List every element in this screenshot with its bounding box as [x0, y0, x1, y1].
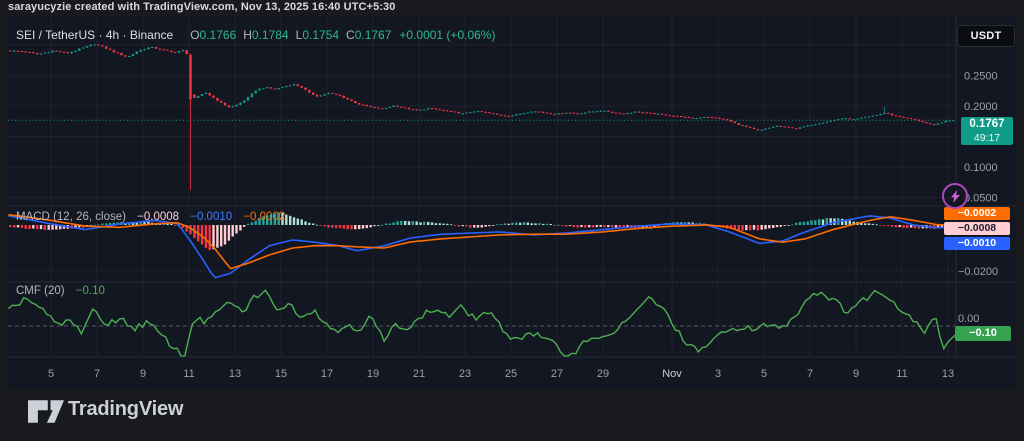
chart-canvas: 0.25000.20000.15000.10000.0500−0.02000.0…: [8, 16, 1016, 389]
macd-signal-value: −0.0002: [243, 211, 285, 223]
high-value: 0.1784: [252, 28, 289, 42]
time-axis-label: 27: [551, 368, 563, 380]
macd-axis-label: −0.0200: [958, 266, 998, 278]
price-axis-label: 0.0500: [964, 193, 998, 205]
open-label: O: [190, 28, 199, 42]
time-axis-label: 9: [140, 368, 146, 380]
horizontal-gridlines: [8, 45, 956, 198]
close-label: C: [346, 28, 355, 42]
macd-title: MACD: [16, 211, 50, 223]
cmf-value: −0.10: [76, 285, 105, 297]
time-axis-label: 7: [94, 368, 100, 380]
symbol-legend[interactable]: SEI / TetherUS · 4h · BinanceO0.1766H0.1…: [16, 28, 495, 42]
badge-countdown: 49:17: [961, 131, 1013, 145]
time-axis[interactable]: 5 7 9 11 13 15 17 19 21 23 25 27 29 Nov 3 5 7 9 11 13: [48, 368, 954, 380]
cmf-title: CMF: [16, 285, 41, 297]
macd-hist-value: −0.0008: [137, 211, 179, 223]
time-axis-label: Nov: [662, 368, 682, 380]
time-axis-label: 3: [715, 368, 721, 380]
change-value: +0.0001 (+0.06%): [399, 28, 495, 42]
time-axis-label: 11: [896, 368, 907, 380]
cmf-axis-label: 0.00: [958, 313, 979, 325]
time-axis-label: 13: [229, 368, 241, 380]
price-axis-label: 0.1000: [964, 162, 998, 174]
tradingview-wordmark[interactable]: TradingView: [68, 398, 183, 421]
lightning-bolt-glyph: [950, 190, 961, 203]
cmf-legend[interactable]: CMF (20) −0.10: [16, 285, 105, 297]
time-axis-label: 9: [853, 368, 859, 380]
badge-price: 0.1767: [961, 117, 1013, 131]
time-axis-label: 15: [275, 368, 287, 380]
time-axis-label: 23: [459, 368, 471, 380]
cmf-value-badge: −0.10: [955, 326, 1011, 341]
time-axis-label: 5: [761, 368, 767, 380]
cmf-line: [8, 290, 955, 356]
footer: TradingView: [0, 389, 1024, 441]
time-axis-label: 11: [183, 368, 194, 380]
close-value: 0.1767: [355, 28, 392, 42]
price-axis-label: 0.2000: [964, 101, 998, 113]
macd-line-badge: −0.0010: [944, 237, 1010, 250]
high-label: H: [243, 28, 252, 42]
candlestick-series: [9, 44, 954, 190]
macd-line-value: −0.0010: [190, 211, 232, 223]
macd-hist-badge: −0.0008: [944, 222, 1010, 235]
time-axis-label: 17: [321, 368, 333, 380]
attribution-text: sarayucyzie created with TradingView.com…: [8, 1, 396, 13]
macd-legend[interactable]: MACD (12, 26, close) −0.0008 −0.0010 −0.…: [16, 211, 285, 223]
cmf-params: (20): [44, 285, 64, 297]
time-axis-label: 7: [807, 368, 813, 380]
currency-toggle-button[interactable]: USDT: [957, 25, 1015, 47]
time-axis-label: 5: [48, 368, 54, 380]
open-value: 0.1766: [200, 28, 237, 42]
symbol-title[interactable]: SEI / TetherUS · 4h · Binance: [16, 28, 173, 42]
time-axis-label: 21: [413, 368, 425, 380]
tradingview-snapshot: { "attribution": "sarayucyzie created wi…: [0, 0, 1024, 441]
vertical-gridlines: [51, 16, 948, 357]
chart-area[interactable]: 0.25000.20000.15000.10000.0500−0.02000.0…: [8, 16, 1016, 389]
time-axis-label: 25: [505, 368, 517, 380]
boost-lightning-icon[interactable]: [942, 183, 968, 209]
tradingview-logo-icon[interactable]: [28, 399, 64, 425]
current-price-badge: 0.1767 49:17: [961, 117, 1013, 145]
time-axis-label: 19: [367, 368, 379, 380]
time-axis-label: 13: [942, 368, 954, 380]
time-axis-label: 29: [597, 368, 609, 380]
macd-params: (12, 26, close): [53, 211, 126, 223]
price-axis-label: 0.2500: [964, 71, 998, 83]
low-value: 0.1754: [302, 28, 339, 42]
